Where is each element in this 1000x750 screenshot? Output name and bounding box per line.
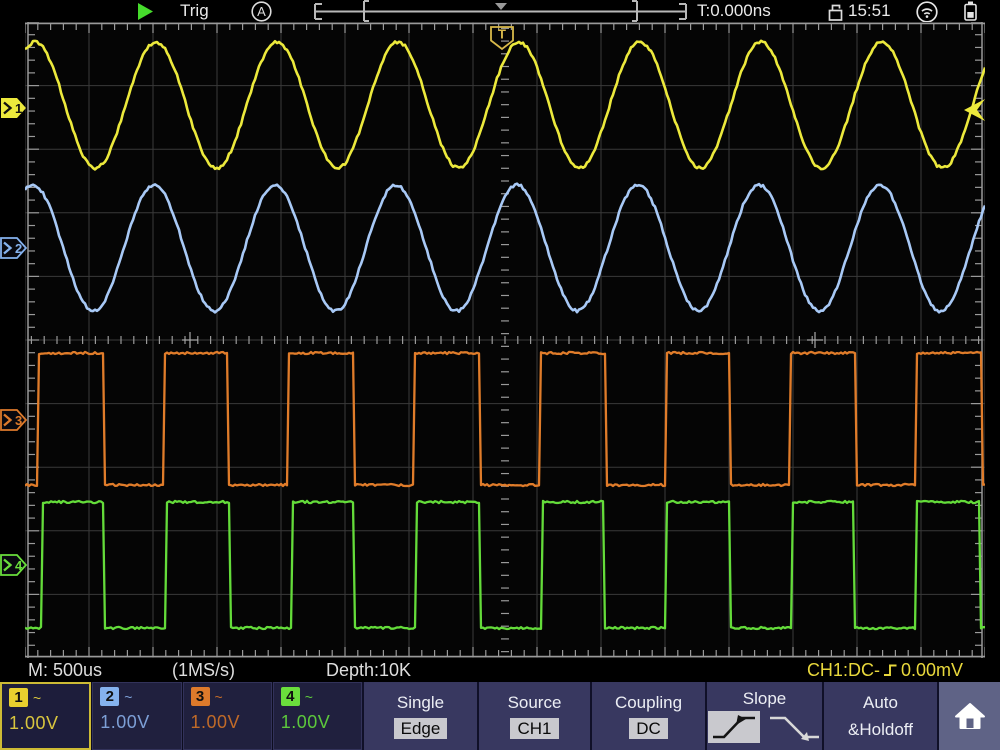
bottom-menu: 1 ~ 1.00V 2 ~ 1.00V 3 ~ 1.00V: [0, 682, 1000, 750]
channel-1-box[interactable]: 1 ~ 1.00V: [0, 682, 91, 750]
channel-4-badge: 4: [281, 687, 300, 706]
channel-4-scale: 1.00V: [281, 712, 354, 733]
menu-source[interactable]: Source CH1: [477, 682, 590, 750]
sample-rate-readout: (1MS/s): [172, 658, 235, 682]
menu-coupling-label: Coupling: [615, 693, 682, 712]
menu-coupling-value[interactable]: DC: [629, 718, 668, 739]
timebase-readout: M: 500us: [28, 658, 102, 682]
channel-1-scale: 1.00V: [9, 713, 82, 734]
falling-edge-icon[interactable]: [766, 711, 822, 743]
menu-slope[interactable]: Slope: [705, 682, 822, 750]
oscilloscope-screen: Trig A T:0.000ns 15:51: [0, 0, 1000, 750]
menu-slope-label: Slope: [743, 689, 786, 708]
horizontal-position-indicator[interactable]: [312, 0, 690, 22]
channel-3-box[interactable]: 3 ~ 1.00V: [183, 682, 272, 750]
channel-2-scale: 1.00V: [100, 712, 173, 733]
channel-2-coupling: ~: [124, 689, 132, 705]
battery-icon: [963, 1, 978, 21]
time-offset-readout: T:0.000ns: [697, 0, 771, 22]
play-icon[interactable]: [136, 3, 154, 20]
rising-edge-icon[interactable]: [708, 711, 760, 743]
svg-text:1: 1: [15, 101, 22, 116]
menu-source-label: Source: [508, 693, 562, 712]
svg-text:4: 4: [15, 558, 23, 573]
home-button[interactable]: [937, 682, 1000, 750]
waveform-display[interactable]: [25, 22, 985, 658]
trig-label: Trig: [180, 0, 209, 22]
svg-text:3: 3: [15, 413, 22, 428]
channel-2-box[interactable]: 2 ~ 1.00V: [92, 682, 181, 750]
menu-auto-line2: &Holdoff: [848, 720, 913, 739]
channel-2-badge: 2: [100, 687, 119, 706]
menu-single[interactable]: Single Edge: [362, 682, 477, 750]
wifi-icon[interactable]: [916, 1, 938, 23]
channel-3-badge: 3: [191, 687, 210, 706]
menu-single-value[interactable]: Edge: [394, 718, 448, 739]
trigger-position-pointer: [495, 3, 507, 10]
auto-trigger-icon[interactable]: A: [251, 1, 272, 22]
channel-strip: 1 ~ 1.00V 2 ~ 1.00V 3 ~ 1.00V: [0, 682, 362, 750]
menu-single-label: Single: [397, 693, 444, 712]
channel-3-scale: 1.00V: [191, 712, 264, 733]
trace-ch4: [25, 501, 985, 629]
channel-4-coupling: ~: [305, 689, 313, 705]
channel-2-position-marker[interactable]: 2: [0, 237, 28, 259]
channel-1-coupling: ~: [33, 690, 41, 706]
rising-edge-icon: [883, 662, 898, 678]
home-icon: [954, 702, 986, 730]
channel-1-badge: 1: [9, 688, 28, 707]
menu-coupling[interactable]: Coupling DC: [590, 682, 705, 750]
trigger-source-coupling: CH1:DC-: [807, 660, 880, 681]
clock: 15:51: [848, 0, 891, 22]
status-bar: M: 500us (1MS/s) Depth:10K CH1:DC- 0.00m…: [0, 658, 1000, 682]
channel-3-coupling: ~: [215, 689, 223, 705]
menu-source-value[interactable]: CH1: [510, 718, 558, 739]
channel-1-position-marker[interactable]: 1: [0, 97, 28, 119]
depth-readout: Depth:10K: [326, 658, 411, 682]
top-bar: Trig A T:0.000ns 15:51: [0, 0, 1000, 22]
scope-graticule-and-traces: [25, 22, 985, 658]
svg-text:2: 2: [15, 241, 22, 256]
trigger-level-value: 0.00mV: [901, 660, 963, 681]
lock-open-icon[interactable]: [828, 3, 844, 21]
menu-auto-line1: Auto: [863, 693, 898, 712]
trace-ch2: [25, 184, 985, 313]
trigger-readout: CH1:DC- 0.00mV: [807, 658, 963, 682]
channel-4-box[interactable]: 4 ~ 1.00V: [273, 682, 362, 750]
menu-auto-holdoff[interactable]: Auto &Holdoff: [822, 682, 937, 750]
channel-4-position-marker[interactable]: 4: [0, 554, 28, 576]
svg-text:A: A: [257, 4, 266, 19]
channel-3-position-marker[interactable]: 3: [0, 409, 28, 431]
